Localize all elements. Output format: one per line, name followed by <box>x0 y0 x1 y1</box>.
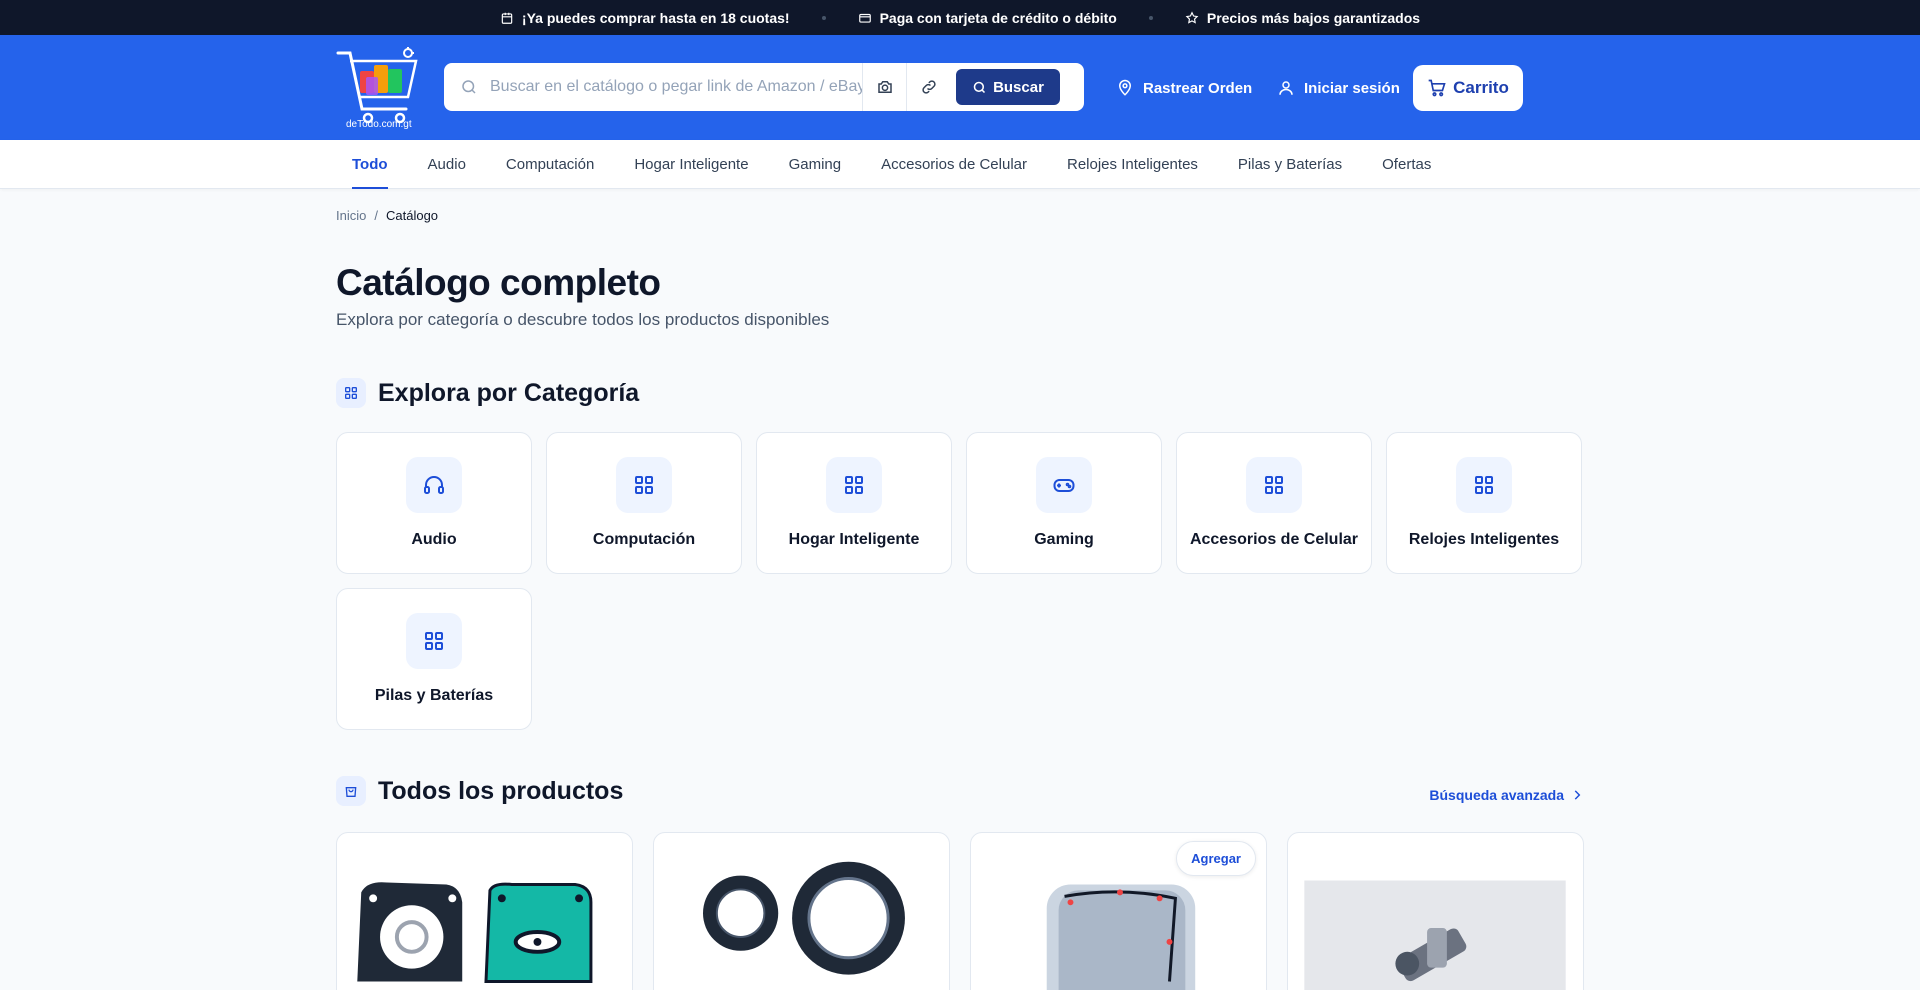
breadcrumb-separator: / <box>374 208 378 223</box>
product-card[interactable] <box>1287 832 1584 990</box>
categories-section-header: Explora por Categoría <box>336 378 1584 408</box>
breadcrumb-home[interactable]: Inicio <box>336 208 366 223</box>
search-input[interactable] <box>490 78 862 96</box>
camera-icon <box>877 81 892 93</box>
category-label: Pilas y Baterías <box>374 687 494 704</box>
map-pin-icon <box>1118 79 1132 96</box>
category-label: Hogar Inteligente <box>788 531 920 548</box>
site-header: deTodo.com.gt Buscar Rastrear Orden Inic… <box>0 35 1920 140</box>
category-label: Audio <box>411 531 457 548</box>
nav-item-relojes-inteligentes[interactable]: Relojes Inteligentes <box>1067 140 1198 189</box>
cam-chain-tensioner-image <box>1304 880 1566 990</box>
logo-text: deTodo.com.gt <box>346 119 412 130</box>
products-section-title: Todos los productos <box>378 776 624 805</box>
category-card-gaming[interactable]: Gaming <box>966 432 1162 574</box>
promo-item-card: Paga con tarjeta de crédito o débito <box>858 10 1117 26</box>
link-icon <box>921 80 936 94</box>
category-label: Accesorios de Celular <box>1189 531 1359 548</box>
login-link[interactable]: Iniciar sesión <box>1277 79 1400 97</box>
promo-item-prices: Precios más bajos garantizados <box>1185 10 1420 26</box>
product-card[interactable] <box>336 832 633 990</box>
promo-separator <box>1148 15 1153 20</box>
grid-icon <box>1456 457 1512 513</box>
link-search-button[interactable] <box>906 63 950 111</box>
track-order-link[interactable]: Rastrear Orden <box>1116 79 1252 97</box>
category-grid: Audio Computación Hogar Inteligente Gami… <box>336 432 1584 730</box>
category-card-relojes-inteligentes[interactable]: Relojes Inteligentes <box>1386 432 1582 574</box>
product-card[interactable] <box>653 832 950 990</box>
advanced-search-link[interactable]: Búsqueda avanzada <box>1429 787 1584 803</box>
chevron-right-icon <box>1574 790 1581 800</box>
gamepad-icon <box>1036 457 1092 513</box>
grid-icon <box>336 378 366 408</box>
search-icon <box>462 80 476 94</box>
search-icon <box>973 81 986 93</box>
category-card-hogar-inteligente[interactable]: Hogar Inteligente <box>756 432 952 574</box>
headphones-icon <box>406 457 462 513</box>
cart-button[interactable]: Carrito <box>1413 65 1523 111</box>
credit-card-icon <box>858 13 871 23</box>
nav-item-pilas-baterias[interactable]: Pilas y Baterías <box>1238 140 1342 189</box>
page-title: Catálogo completo <box>336 262 661 303</box>
products-section-header: Todos los productos Búsqueda avanzada <box>336 776 1584 806</box>
calendar-icon <box>501 12 513 24</box>
add-to-cart-button[interactable]: Agregar <box>1176 841 1256 876</box>
nav-item-ofertas[interactable]: Ofertas <box>1382 140 1431 189</box>
category-nav: Todo Audio Computación Hogar Inteligente… <box>0 140 1920 189</box>
nav-item-accesorios-celular[interactable]: Accesorios de Celular <box>881 140 1027 189</box>
cart-icon <box>1428 79 1446 97</box>
page-subtitle: Explora por categoría o descubre todos l… <box>336 310 830 329</box>
nav-item-hogar-inteligente[interactable]: Hogar Inteligente <box>634 140 748 189</box>
category-label: Relojes Inteligentes <box>1408 531 1560 548</box>
grid-icon <box>616 457 672 513</box>
nav-item-computacion[interactable]: Computación <box>506 140 594 189</box>
grid-icon <box>1246 457 1302 513</box>
star-icon <box>1185 10 1199 24</box>
breadcrumb-current: Catálogo <box>385 208 439 223</box>
breadcrumb: Inicio / Catálogo <box>336 208 1584 223</box>
category-card-audio[interactable]: Audio <box>336 432 532 574</box>
search-button[interactable]: Buscar <box>956 69 1060 105</box>
promo-item-installments: ¡Ya puedes comprar hasta en 18 cuotas! <box>500 10 790 26</box>
grid-icon <box>406 613 462 669</box>
camera-search-button[interactable] <box>862 63 906 111</box>
category-label: Gaming <box>1034 531 1094 548</box>
grid-icon <box>826 457 882 513</box>
category-card-pilas-baterias[interactable]: Pilas y Baterías <box>336 588 532 730</box>
main-content: Inicio / Catálogo Catálogo completo Expl… <box>336 189 1584 990</box>
promo-separator <box>821 15 826 20</box>
category-card-accesorios-celular[interactable]: Accesorios de Celular <box>1176 432 1372 574</box>
nav-item-gaming[interactable]: Gaming <box>789 140 842 189</box>
oil-seals-image <box>702 861 905 975</box>
category-card-computacion[interactable]: Computación <box>546 432 742 574</box>
categories-section-title: Explora por Categoría <box>378 378 640 407</box>
product-card[interactable]: Agregar <box>970 832 1267 990</box>
nav-item-todo[interactable]: Todo <box>352 140 388 189</box>
gasket-set-image <box>357 882 593 983</box>
promo-bar: ¡Ya puedes comprar hasta en 18 cuotas! P… <box>0 0 1920 35</box>
search-bar: Buscar <box>444 63 1084 111</box>
shopping-bag-icon <box>336 776 366 806</box>
user-icon <box>1279 81 1293 95</box>
category-label: Computación <box>592 531 696 548</box>
product-grid: Agregar <box>336 832 1584 990</box>
nav-item-audio[interactable]: Audio <box>428 140 466 189</box>
